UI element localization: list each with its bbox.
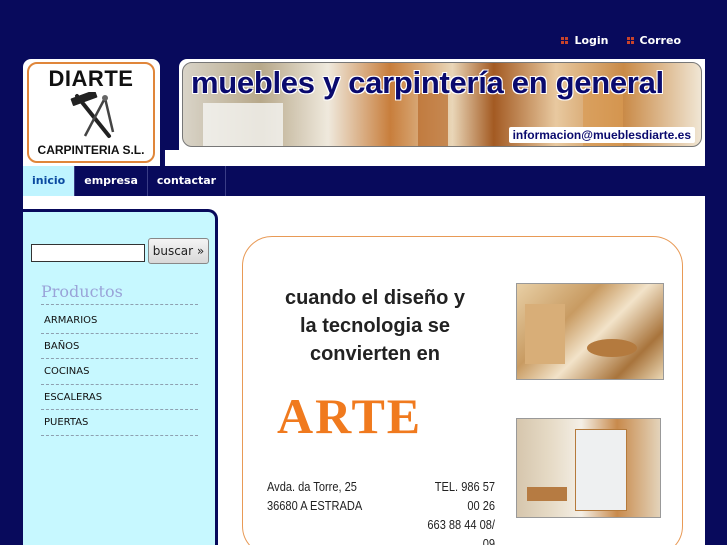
ad-phone-line: 663 88 44 08/ 09 <box>427 517 495 545</box>
correo-link[interactable]: Correo <box>626 34 682 47</box>
ad-brand: ARTE <box>277 388 423 444</box>
kitchen-photo <box>516 283 664 380</box>
ad-address: Avda. da Torre, 25 36680 A ESTRADA <box>267 477 362 515</box>
promo-ad: cuando el diseño y la tecnologia se conv… <box>242 236 683 545</box>
tab-contactar[interactable]: contactar <box>148 166 227 196</box>
product-armarios[interactable]: ARMARIOS <box>41 308 198 334</box>
login-label: Login <box>574 34 609 47</box>
product-puertas[interactable]: PUERTAS <box>41 410 198 436</box>
bullet-icon <box>561 37 569 44</box>
tab-inicio[interactable]: inicio <box>23 166 76 196</box>
banner-title: muebles y carpintería en general <box>191 65 664 100</box>
bullet-icon <box>626 37 634 44</box>
ad-phone: TEL. 986 57 00 26 663 88 44 08/ 09 <box>427 477 495 545</box>
correo-label: Correo <box>639 34 682 47</box>
ad-address-line: Avda. da Torre, 25 <box>267 479 357 494</box>
banner-image: muebles y carpintería en general informa… <box>182 62 702 147</box>
ad-phone-line: TEL. 986 57 00 26 <box>434 479 495 513</box>
search-input[interactable] <box>31 244 145 262</box>
hammer-compass-icon <box>70 92 115 138</box>
tab-empresa[interactable]: empresa <box>75 166 148 196</box>
products-heading: Productos <box>41 282 198 305</box>
ad-slogan-line: cuando el diseño y <box>284 287 466 309</box>
ad-slogan-line: convierten en <box>309 343 441 365</box>
product-cocinas[interactable]: COCINAS <box>41 359 198 385</box>
logo-frame: DIARTE CARPINTERIA S.L. <box>27 62 155 163</box>
ad-slogan: cuando el diseño y la tecnologia se conv… <box>265 284 485 368</box>
top-links: Login Correo <box>561 34 681 47</box>
main-nav: inicio empresa contactar <box>23 166 705 196</box>
product-banos[interactable]: BAÑOS <box>41 334 198 359</box>
logo[interactable]: DIARTE CARPINTERIA S.L. <box>23 59 160 166</box>
logo-name: DIARTE <box>48 66 134 91</box>
ad-slogan-line: la tecnologia se <box>299 315 451 337</box>
login-link[interactable]: Login <box>561 34 609 47</box>
search-button[interactable]: buscar » <box>148 238 209 264</box>
header-banner: muebles y carpintería en general informa… <box>179 59 705 150</box>
product-escaleras[interactable]: ESCALERAS <box>41 385 198 410</box>
products-list: ARMARIOS BAÑOS COCINAS ESCALERAS PUERTAS <box>41 308 198 436</box>
sidebar: buscar » Productos ARMARIOS BAÑOS COCINA… <box>23 209 218 545</box>
header-strip <box>163 150 705 166</box>
wardrobe-photo <box>516 418 661 518</box>
logo-subtitle: CARPINTERIA S.L. <box>37 143 145 157</box>
ad-address-line: 36680 A ESTRADA <box>267 498 363 513</box>
banner-email: informacion@mueblesdiarte.es <box>508 127 695 143</box>
